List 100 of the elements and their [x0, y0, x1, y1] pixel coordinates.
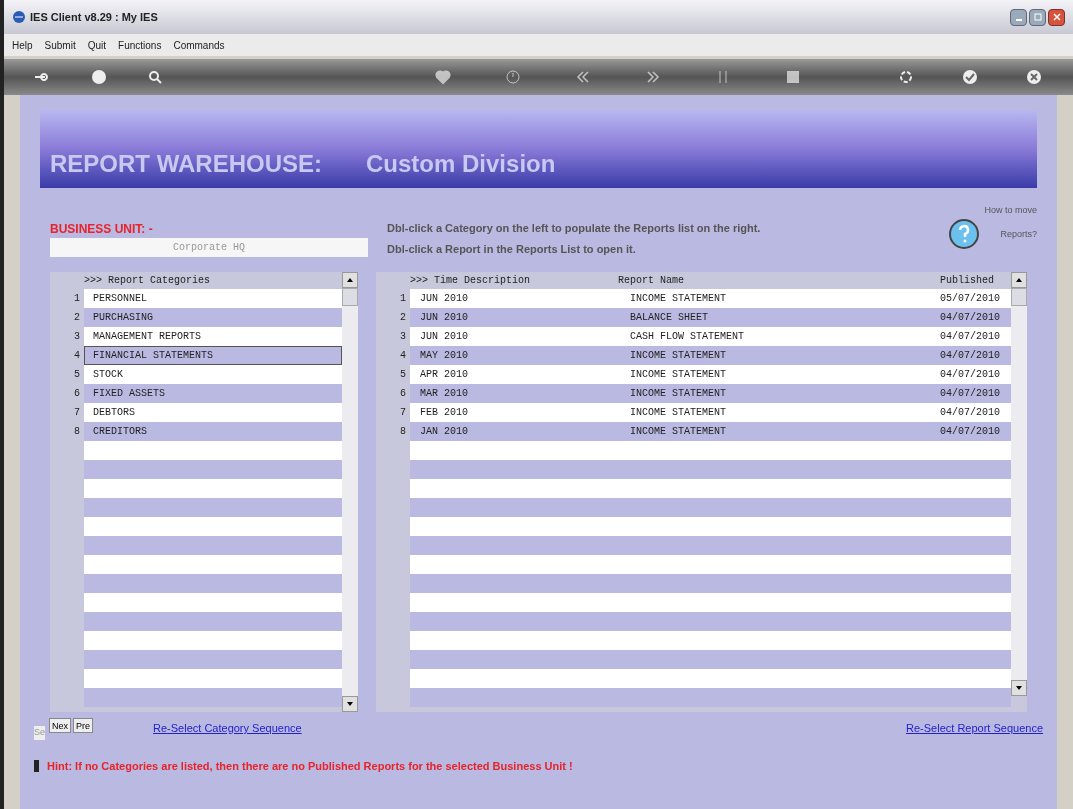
report-row[interactable]: JAN 2010 INCOME STATEMENT 04/07/2010	[410, 422, 1011, 441]
down-arrow-icon	[1016, 686, 1022, 690]
table-cell-text: INCOME STATEMENT	[630, 368, 728, 382]
row-number: 5	[73, 368, 81, 382]
search-icon[interactable]	[146, 68, 164, 86]
banner-subtitle: Custom Division	[366, 149, 556, 179]
table-cell-text: JUN 2010	[420, 292, 470, 306]
category-row[interactable]: MANAGEMENT REPORTS	[84, 327, 343, 346]
report-row[interactable]: MAR 2010 INCOME STATEMENT 04/07/2010	[410, 384, 1011, 403]
clock-icon[interactable]	[504, 68, 522, 86]
maximize-icon	[1033, 13, 1042, 21]
column-header: >>> Report Categories	[84, 274, 211, 288]
help-link[interactable]: How to move	[984, 204, 1037, 218]
up-arrow-icon	[1016, 278, 1022, 282]
window-title: IES Client v8.29 : My IES	[30, 9, 158, 25]
close-button[interactable]	[1048, 8, 1065, 26]
category-row[interactable]: STOCK	[84, 365, 343, 384]
row-number: 7	[399, 406, 408, 420]
row-number: 7	[73, 406, 81, 420]
table-cell-text: INCOME STATEMENT	[630, 349, 728, 363]
table-cell-text: 05/07/2010	[940, 292, 1001, 306]
table-cell-text: MAY 2010	[420, 349, 470, 363]
category-row[interactable]: DEBTORS	[84, 403, 343, 422]
scroll-down-button[interactable]	[1011, 680, 1027, 696]
table-cell-text: 04/07/2010	[940, 425, 1001, 439]
category-row[interactable]: PURCHASING	[84, 308, 343, 327]
table-cell-text: CASH FLOW STATEMENT	[630, 330, 746, 344]
up-arrow-icon	[347, 278, 354, 282]
menu-item[interactable]: Submit	[44, 37, 76, 53]
report-row[interactable]: MAY 2010 INCOME STATEMENT 04/07/2010	[410, 346, 1011, 365]
business-unit-label: BUSINESS UNIT: -	[50, 221, 154, 238]
scroll-down-button[interactable]	[342, 696, 359, 712]
table-cell-text: 04/07/2010	[940, 406, 1001, 420]
table-cell-text: 04/07/2010	[940, 349, 1001, 363]
row-number: 6	[73, 387, 81, 401]
nav-button[interactable]: Nex	[49, 718, 72, 733]
column-header: >>> Time Description	[410, 274, 532, 288]
row-number: 3	[399, 330, 408, 344]
close-icon	[1052, 13, 1061, 21]
instruction-text: Dbl-click a Category on the left to populate the Reports list on the right.	[387, 221, 761, 236]
row-number: 1	[399, 292, 408, 306]
down-arrow-icon	[347, 702, 354, 706]
table-cell-text: INCOME STATEMENT	[630, 292, 728, 306]
side-label: Se	[34, 726, 45, 740]
row-number: 5	[399, 368, 408, 382]
table-cell-text: MAR 2010	[420, 387, 470, 401]
menu-item[interactable]: Commands	[173, 37, 225, 53]
report-row[interactable]: APR 2010 INCOME STATEMENT 04/07/2010	[410, 365, 1011, 384]
instruction-text: Dbl-click a Report in the Reports List to open it.	[387, 241, 637, 257]
hint-text: Hint: If no Categories are listed, then there are no Published Reports for the selected Business Unit !	[47, 758, 573, 774]
table-cell-text: JUN 2010	[420, 330, 470, 344]
check-icon[interactable]	[961, 68, 979, 86]
close-icon[interactable]	[1025, 68, 1043, 86]
table-cell-text: FEB 2010	[420, 406, 470, 420]
info-icon	[34, 759, 39, 772]
row-number: 3	[73, 330, 81, 344]
scroll-thumb[interactable]	[342, 288, 359, 306]
table-cell-text: 04/07/2010	[940, 368, 1001, 382]
scroll-up-button[interactable]	[1011, 272, 1027, 288]
table-cell-text: JUN 2010	[420, 311, 470, 325]
stop-icon[interactable]	[784, 68, 802, 86]
table-cell-text: JAN 2010	[420, 425, 470, 439]
table-cell-text: INCOME STATEMENT	[630, 406, 728, 420]
help-link[interactable]: Reports?	[1000, 227, 1037, 241]
menu-item[interactable]: Functions	[118, 37, 162, 53]
table-cell-text: 04/07/2010	[940, 330, 1001, 344]
report-row[interactable]: FEB 2010 INCOME STATEMENT 04/07/2010	[410, 403, 1011, 422]
column-header: Published	[940, 274, 995, 288]
row-number: 6	[399, 387, 408, 401]
report-row[interactable]: JUN 2010 BALANCE SHEET 04/07/2010	[410, 308, 1011, 327]
row-number: 8	[399, 425, 408, 439]
table-cell-text: INCOME STATEMENT	[630, 425, 728, 439]
minimize-button[interactable]	[1010, 8, 1027, 26]
column-header: Report Name	[618, 274, 686, 288]
reselect-report-link[interactable]: Re-Select Report Sequence	[906, 720, 1043, 737]
app-icon	[12, 10, 26, 24]
table-cell-text: INCOME STATEMENT	[630, 387, 728, 401]
category-row[interactable]: PERSONNEL	[84, 289, 343, 308]
report-row[interactable]: JUN 2010 INCOME STATEMENT 05/07/2010	[410, 289, 1011, 308]
row-number: 8	[73, 425, 81, 439]
heart-icon[interactable]	[434, 68, 452, 86]
maximize-button[interactable]	[1029, 8, 1046, 26]
category-row[interactable]: FINANCIAL STATEMENTS	[84, 346, 343, 365]
row-number: 2	[73, 311, 81, 325]
menu-item[interactable]: Quit	[87, 37, 107, 53]
nav-button[interactable]: Pre	[73, 718, 94, 733]
reselect-category-link[interactable]: Re-Select Category Sequence	[153, 720, 302, 737]
category-row[interactable]: FIXED ASSETS	[84, 384, 343, 403]
row-number: 4	[73, 349, 81, 363]
table-cell-text: APR 2010	[420, 368, 470, 382]
scroll-thumb[interactable]	[1011, 288, 1027, 306]
row-number: 1	[73, 292, 81, 306]
table-cell-text: 04/07/2010	[940, 311, 1001, 325]
menu-item[interactable]: Help	[12, 37, 33, 53]
table-cell-text: 04/07/2010	[940, 387, 1001, 401]
table-cell-text: BALANCE SHEET	[630, 311, 710, 325]
scroll-up-button[interactable]	[342, 272, 359, 288]
report-row[interactable]: JUN 2010 CASH FLOW STATEMENT 04/07/2010	[410, 327, 1011, 346]
banner-title: REPORT WAREHOUSE:	[50, 149, 322, 179]
category-row[interactable]: CREDITORS	[84, 422, 343, 441]
